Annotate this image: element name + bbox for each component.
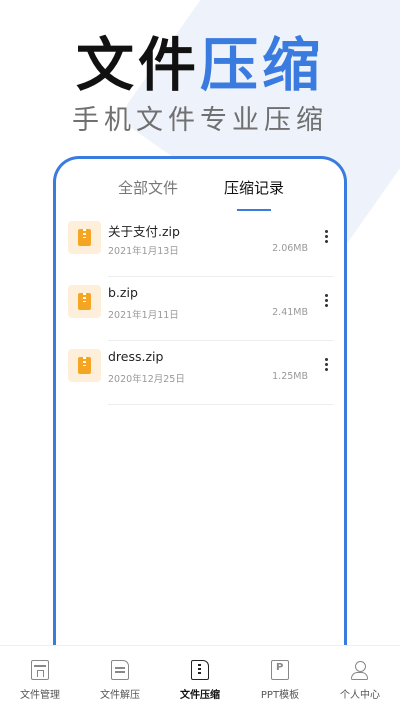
nav-file-compress[interactable]: 文件压缩 <box>160 646 240 711</box>
file-date: 2021年1月13日 <box>108 246 179 257</box>
file-size: 1.25MB <box>272 371 308 382</box>
divider <box>108 404 334 405</box>
nav-label: 个人中心 <box>340 690 380 701</box>
phone-frame: 全部文件 压缩记录 关于支付.zip 2021年1月13日 2.06MB b.z… <box>53 156 347 711</box>
nav-label: 文件压缩 <box>180 690 220 701</box>
promo-title: 文件压缩 <box>0 30 400 100</box>
nav-file-manage[interactable]: 文件管理 <box>0 646 80 711</box>
file-list: 关于支付.zip 2021年1月13日 2.06MB b.zip 2021年1月… <box>56 213 344 405</box>
file-name: 关于支付.zip <box>108 224 180 239</box>
more-options-icon[interactable] <box>322 230 330 246</box>
zip-file-icon <box>68 285 101 318</box>
file-name: b.zip <box>108 285 138 300</box>
bottom-nav: 文件管理 文件解压 文件压缩 PPT模板 个人中心 <box>0 645 400 711</box>
list-item[interactable]: dress.zip 2020年12月25日 1.25MB <box>56 341 344 405</box>
nav-label: 文件解压 <box>100 690 140 701</box>
nav-label: PPT模板 <box>260 690 300 701</box>
promo-title-dark: 文件 <box>75 31 200 99</box>
folder-manage-icon <box>31 660 49 680</box>
tab-compress-records[interactable]: 压缩记录 <box>224 177 284 198</box>
promo-subtitle: 手机文件专业压缩 <box>72 105 328 136</box>
tab-bar: 全部文件 压缩记录 <box>56 177 344 211</box>
file-name: dress.zip <box>108 349 164 364</box>
user-icon <box>351 660 369 680</box>
nav-ppt-template[interactable]: PPT模板 <box>240 646 320 711</box>
file-date: 2021年1月11日 <box>108 310 179 321</box>
promo-screen: 文件压缩 手机文件专业压缩 全部文件 压缩记录 关于支付.zip 2021年1月… <box>0 0 400 711</box>
more-options-icon[interactable] <box>322 358 330 374</box>
zip-file-icon <box>68 221 101 254</box>
tab-all-files[interactable]: 全部文件 <box>118 177 178 198</box>
file-size: 2.06MB <box>272 243 308 254</box>
file-date: 2020年12月25日 <box>108 374 185 385</box>
file-extract-icon <box>111 660 129 680</box>
file-size: 2.41MB <box>272 307 308 318</box>
list-item[interactable]: b.zip 2021年1月11日 2.41MB <box>56 277 344 341</box>
nav-label: 文件管理 <box>20 690 60 701</box>
zip-file-icon <box>68 349 101 382</box>
list-item[interactable]: 关于支付.zip 2021年1月13日 2.06MB <box>56 213 344 277</box>
nav-profile[interactable]: 个人中心 <box>320 646 400 711</box>
promo-title-accent: 压缩 <box>200 31 325 99</box>
more-options-icon[interactable] <box>322 294 330 310</box>
ppt-template-icon <box>271 660 289 680</box>
file-compress-icon <box>191 660 209 680</box>
nav-file-extract[interactable]: 文件解压 <box>80 646 160 711</box>
active-tab-indicator <box>237 209 271 211</box>
